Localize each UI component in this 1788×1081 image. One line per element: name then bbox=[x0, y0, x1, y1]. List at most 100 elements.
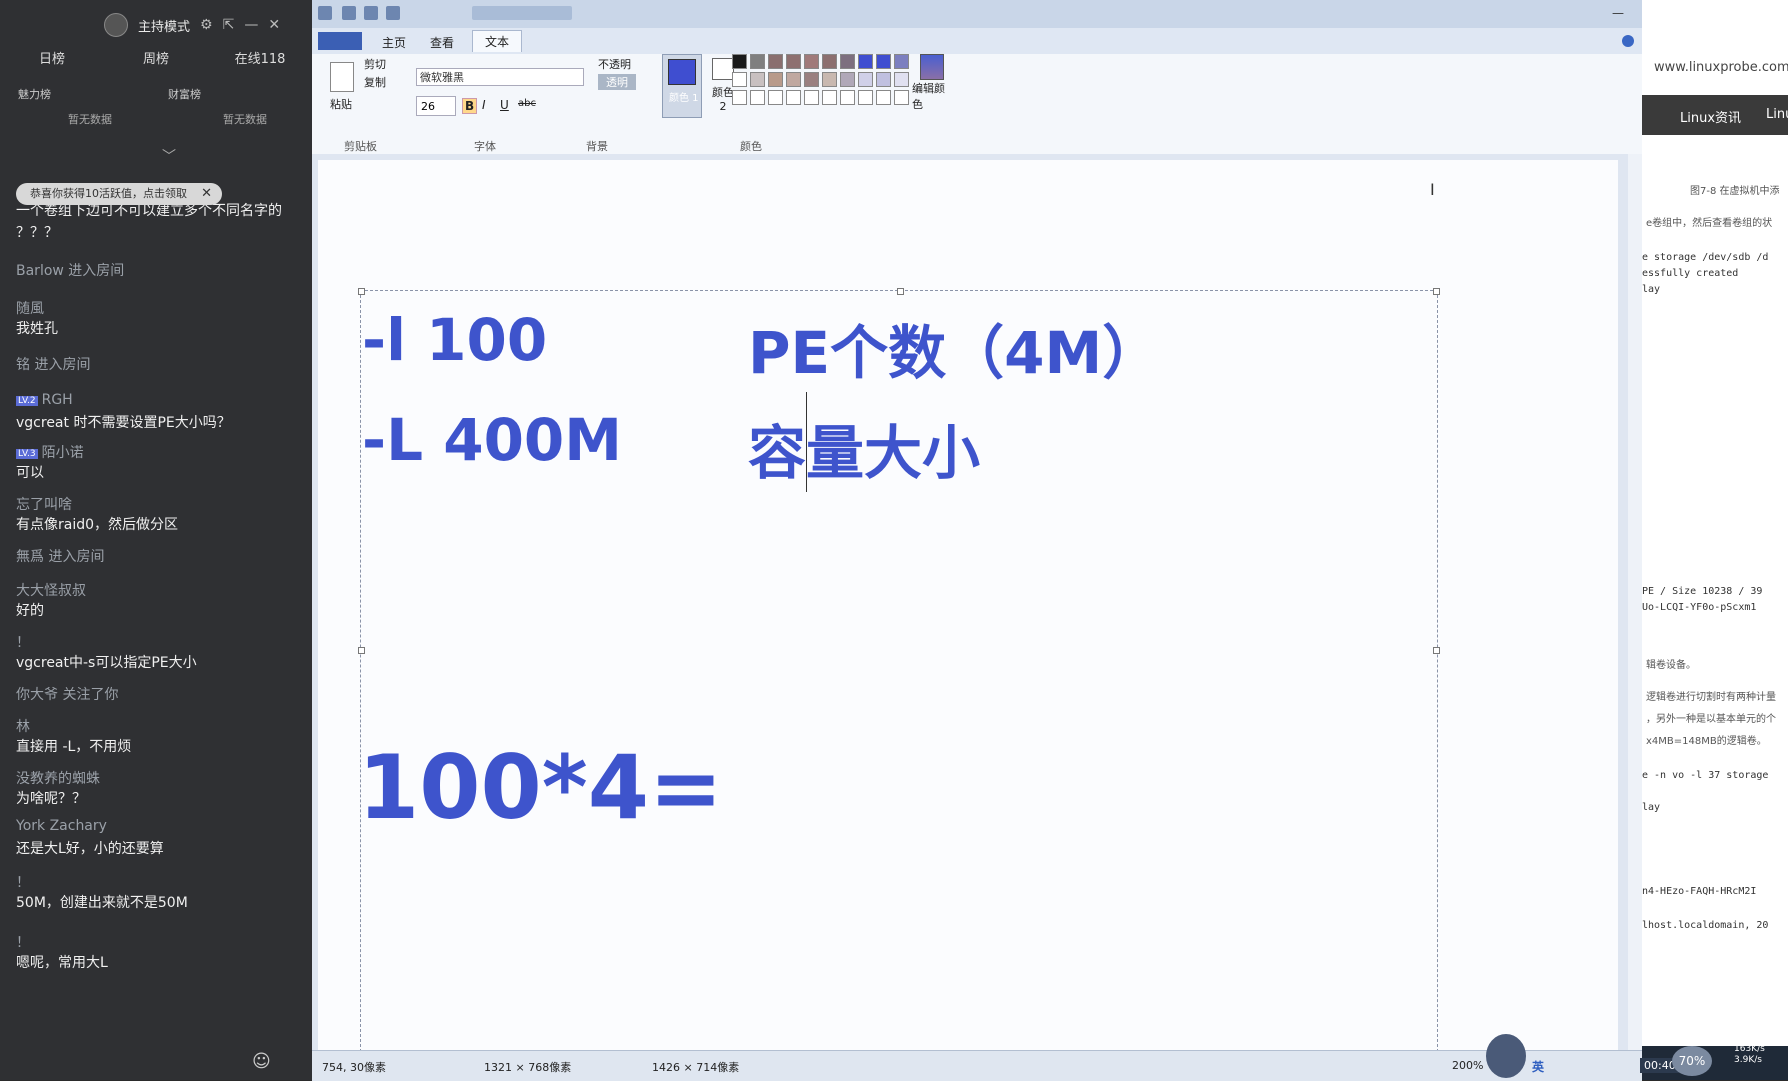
settings-icon[interactable]: ⚙ bbox=[200, 17, 213, 33]
palette-swatch[interactable] bbox=[786, 54, 801, 69]
resize-handle[interactable] bbox=[1433, 288, 1440, 295]
palette-swatch[interactable] bbox=[768, 54, 783, 69]
close-icon[interactable]: ✕ bbox=[268, 17, 280, 33]
palette-swatch[interactable] bbox=[804, 90, 819, 105]
collapse-chevron-icon[interactable]: ﹀ bbox=[162, 146, 176, 166]
nav-linux-news[interactable]: Linux资讯 bbox=[1680, 107, 1741, 126]
ime-indicator[interactable]: 英 bbox=[1532, 1058, 1544, 1075]
edit-colors-icon bbox=[920, 54, 944, 80]
palette-swatch[interactable] bbox=[768, 72, 783, 87]
share-icon[interactable]: ⇱ bbox=[223, 17, 235, 33]
chat-nickname[interactable]: LV.2 RGH bbox=[16, 392, 73, 408]
tab-home[interactable]: 主页 bbox=[382, 34, 406, 51]
file-menu-button[interactable] bbox=[318, 32, 362, 50]
palette-swatch[interactable] bbox=[804, 72, 819, 87]
tab-online[interactable]: 在线118 bbox=[208, 48, 312, 72]
palette-swatch[interactable] bbox=[858, 90, 873, 105]
redo-icon[interactable] bbox=[386, 6, 400, 20]
palette-swatch[interactable] bbox=[750, 72, 765, 87]
palette-swatch[interactable] bbox=[876, 72, 891, 87]
palette-swatch[interactable] bbox=[822, 54, 837, 69]
resize-handle[interactable] bbox=[358, 647, 365, 654]
palette-swatch[interactable] bbox=[768, 90, 783, 105]
palette-swatch[interactable] bbox=[840, 54, 855, 69]
bold-button[interactable]: B bbox=[462, 98, 478, 114]
tab-weekly[interactable]: 周榜 bbox=[104, 48, 208, 72]
resize-handle[interactable] bbox=[1433, 647, 1440, 654]
charm-empty-text: 暂无数据 bbox=[68, 113, 112, 126]
tab-daily[interactable]: 日榜 bbox=[0, 48, 104, 72]
code-line: n4-HEzo-FAQH-HRcM2I bbox=[1642, 886, 1757, 897]
palette-swatch[interactable] bbox=[804, 54, 819, 69]
minimize-icon[interactable]: — bbox=[244, 17, 258, 33]
window-title bbox=[472, 6, 572, 20]
palette-swatch[interactable] bbox=[876, 54, 891, 69]
paste-icon[interactable] bbox=[330, 62, 354, 92]
chat-nickname[interactable]: 随風 bbox=[16, 298, 44, 318]
paste-button[interactable]: 粘贴 bbox=[330, 96, 352, 112]
chat-nickname-text: 陌小诺 bbox=[41, 445, 84, 461]
italic-button[interactable]: I bbox=[482, 98, 486, 112]
resize-handle[interactable] bbox=[897, 288, 904, 295]
chat-nickname[interactable]: 林 bbox=[16, 716, 30, 736]
transparent-option[interactable]: 透明 bbox=[598, 74, 636, 90]
font-family-select[interactable]: 微软雅黑 bbox=[416, 68, 584, 86]
emoji-icon[interactable]: ☺ bbox=[252, 1051, 271, 1072]
palette-swatch[interactable] bbox=[894, 72, 909, 87]
undo-icon[interactable] bbox=[364, 6, 378, 20]
palette-swatch[interactable] bbox=[858, 72, 873, 87]
article-text: 辑卷设备。 bbox=[1646, 660, 1696, 671]
zoom-level: 200% bbox=[1452, 1059, 1484, 1072]
palette-swatch[interactable] bbox=[786, 90, 801, 105]
palette-swatch[interactable] bbox=[786, 72, 801, 87]
opaque-option[interactable]: 不透明 bbox=[598, 56, 631, 72]
resize-handle[interactable] bbox=[358, 288, 365, 295]
chat-message: 嗯呢，常用大L bbox=[16, 955, 108, 971]
chat-nickname[interactable]: 大大怪叔叔 bbox=[16, 580, 86, 600]
code-line: Uo-LCQI-YF0o-pScxm1 bbox=[1642, 602, 1757, 613]
strikethrough-button[interactable]: abc bbox=[518, 98, 536, 109]
drawing-canvas[interactable]: -l 100 PE个数（4M） -L 400M 容量大小 100*4= I bbox=[318, 160, 1618, 1062]
palette-swatch[interactable] bbox=[732, 72, 747, 87]
palette-swatch[interactable] bbox=[822, 90, 837, 105]
chat-nickname[interactable]: 没教养的蜘蛛 bbox=[16, 768, 100, 788]
chat-nickname[interactable]: ！ bbox=[16, 872, 30, 892]
palette-swatch[interactable] bbox=[876, 90, 891, 105]
edit-colors-button[interactable]: 编辑颜色 bbox=[912, 54, 952, 112]
underline-button[interactable]: U bbox=[500, 98, 509, 112]
tab-view[interactable]: 查看 bbox=[430, 34, 454, 51]
window-minimize-icon[interactable]: — bbox=[1612, 6, 1624, 20]
vertical-scrollbar[interactable] bbox=[1628, 154, 1642, 1060]
copy-button[interactable]: 复制 bbox=[364, 74, 386, 90]
help-icon[interactable] bbox=[1622, 35, 1634, 47]
wealth-rank-label[interactable]: 财富榜 bbox=[168, 86, 201, 102]
palette-swatch[interactable] bbox=[822, 72, 837, 87]
chat-nickname[interactable]: ！ bbox=[16, 632, 30, 652]
nav-linux[interactable]: Linu bbox=[1766, 107, 1788, 122]
font-size-select[interactable]: 26 bbox=[416, 96, 456, 116]
palette-swatch[interactable] bbox=[858, 54, 873, 69]
palette-swatch[interactable] bbox=[840, 90, 855, 105]
chat-nickname[interactable]: LV.3 陌小诺 bbox=[16, 442, 84, 462]
chat-nickname[interactable]: York Zachary bbox=[16, 818, 107, 834]
palette-swatch[interactable] bbox=[840, 72, 855, 87]
palette-swatch[interactable] bbox=[894, 54, 909, 69]
palette-swatch[interactable] bbox=[750, 54, 765, 69]
chat-nickname[interactable]: ！ bbox=[16, 932, 30, 952]
close-notice-icon[interactable]: ✕ bbox=[201, 183, 212, 205]
save-icon[interactable] bbox=[342, 6, 356, 20]
address-bar[interactable]: www.linuxprobe.com/ bbox=[1654, 60, 1788, 75]
palette-swatch[interactable] bbox=[732, 54, 747, 69]
palette-swatch[interactable] bbox=[750, 90, 765, 105]
chat-nickname[interactable]: 忘了叫啥 bbox=[16, 494, 72, 514]
tab-text[interactable]: 文本 bbox=[472, 30, 523, 52]
cut-button[interactable]: 剪切 bbox=[364, 56, 386, 72]
palette-swatch[interactable] bbox=[732, 90, 747, 105]
text-cursor-icon: I bbox=[1430, 180, 1435, 199]
charm-rank-label[interactable]: 魅力榜 bbox=[18, 86, 51, 102]
color1-button[interactable]: 颜色 1 bbox=[662, 54, 702, 118]
usage-gauge[interactable]: 70% bbox=[1672, 1046, 1712, 1076]
palette-swatch[interactable] bbox=[894, 90, 909, 105]
reward-notice[interactable]: 恭喜你获得10活跃值，点击领取 ✕ bbox=[16, 183, 222, 205]
network-speed: 163K/s 3.9K/s bbox=[1734, 1044, 1765, 1066]
